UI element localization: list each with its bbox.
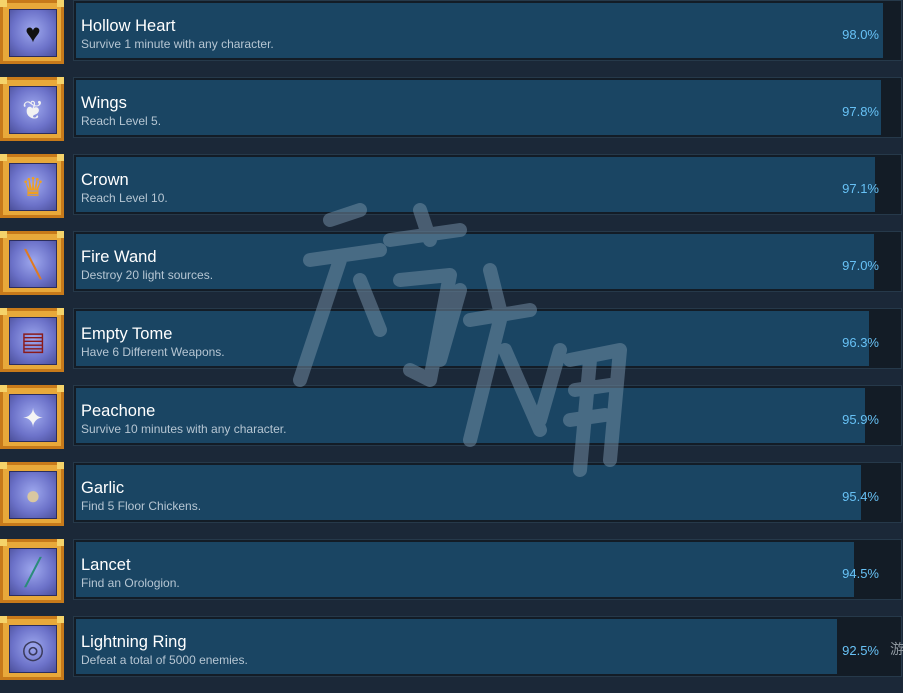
unlock-percentage: 96.3% xyxy=(842,335,879,350)
achievement-row[interactable]: ▤ Empty Tome Have 6 Different Weapons. 9… xyxy=(0,308,903,385)
achievement-row[interactable]: ❦ Wings Reach Level 5. 97.8% xyxy=(0,77,903,154)
achievement-row[interactable]: ╲ Fire Wand Destroy 20 light sources. 97… xyxy=(0,231,903,308)
achievement-title: Crown xyxy=(81,171,129,189)
achievement-row[interactable]: ✦ Peachone Survive 10 minutes with any c… xyxy=(0,385,903,462)
achievement-description: Find an Orologion. xyxy=(81,576,180,590)
achievement-description: Survive 1 minute with any character. xyxy=(81,37,274,51)
achievement-description: Survive 10 minutes with any character. xyxy=(81,422,287,436)
achievement-title: Fire Wand xyxy=(81,248,157,266)
achievement-card: Lancet Find an Orologion. 94.5% xyxy=(73,539,902,600)
achievement-icon-frame: ╱ xyxy=(0,539,64,603)
achievement-row[interactable]: ◎ Lightning Ring Defeat a total of 5000 … xyxy=(0,616,903,693)
achievement-icon-frame: ❦ xyxy=(0,77,64,141)
achievement-icon-frame: ♥ xyxy=(0,0,64,64)
unlock-percentage: 97.0% xyxy=(842,258,879,273)
achievement-description: Defeat a total of 5000 enemies. xyxy=(81,653,248,667)
achievement-row[interactable]: ● Garlic Find 5 Floor Chickens. 95.4% xyxy=(0,462,903,539)
achievement-card: Empty Tome Have 6 Different Weapons. 96.… xyxy=(73,308,902,369)
achievement-description: Have 6 Different Weapons. xyxy=(81,345,225,359)
garlic-icon: ● xyxy=(9,471,57,519)
achievement-icon-frame: ╲ xyxy=(0,231,64,295)
achievement-title: Wings xyxy=(81,94,127,112)
wings-icon: ❦ xyxy=(9,86,57,134)
achievement-row[interactable]: ♥ Hollow Heart Survive 1 minute with any… xyxy=(0,0,903,77)
unlock-percentage: 98.0% xyxy=(842,27,879,42)
achievement-description: Destroy 20 light sources. xyxy=(81,268,214,282)
crown-icon: ♛ xyxy=(9,163,57,211)
bird-icon: ✦ xyxy=(9,394,57,442)
ring-icon: ◎ xyxy=(9,625,57,673)
achievement-title: Lightning Ring xyxy=(81,633,187,651)
achievement-title: Garlic xyxy=(81,479,125,497)
achievement-card: Hollow Heart Survive 1 minute with any c… xyxy=(73,0,902,61)
achievement-row[interactable]: ♛ Crown Reach Level 10. 97.1% xyxy=(0,154,903,231)
achievement-description: Find 5 Floor Chickens. xyxy=(81,499,202,513)
achievement-icon-frame: ▤ xyxy=(0,308,64,372)
achievement-card: Lightning Ring Defeat a total of 5000 en… xyxy=(73,616,902,677)
unlock-percentage: 94.5% xyxy=(842,566,879,581)
unlock-percentage: 95.9% xyxy=(842,412,879,427)
achievement-card: Crown Reach Level 10. 97.1% xyxy=(73,154,902,215)
unlock-rate-bar xyxy=(76,157,876,212)
achievement-card: Fire Wand Destroy 20 light sources. 97.0… xyxy=(73,231,902,292)
achievement-card: Garlic Find 5 Floor Chickens. 95.4% xyxy=(73,462,902,523)
achievement-title: Empty Tome xyxy=(81,325,173,343)
achievement-title: Lancet xyxy=(81,556,131,574)
fire-wand-icon: ╲ xyxy=(9,240,57,288)
lancet-icon: ╱ xyxy=(9,548,57,596)
unlock-percentage: 95.4% xyxy=(842,489,879,504)
achievement-card: Wings Reach Level 5. 97.8% xyxy=(73,77,902,138)
book-icon: ▤ xyxy=(9,317,57,365)
achievement-row[interactable]: ╱ Lancet Find an Orologion. 94.5% xyxy=(0,539,903,616)
unlock-percentage: 92.5% xyxy=(842,643,879,658)
achievement-icon-frame: ◎ xyxy=(0,616,64,680)
unlock-rate-bar xyxy=(76,80,881,135)
unlock-percentage: 97.8% xyxy=(842,104,879,119)
achievement-card: Peachone Survive 10 minutes with any cha… xyxy=(73,385,902,446)
achievement-title: Hollow Heart xyxy=(81,17,176,35)
clipped-watermark-glyph: 游 xyxy=(890,641,903,657)
unlock-rate-bar xyxy=(76,542,854,597)
achievement-title: Peachone xyxy=(81,402,156,420)
achievement-icon-frame: ✦ xyxy=(0,385,64,449)
unlock-percentage: 97.1% xyxy=(842,181,879,196)
achievement-description: Reach Level 10. xyxy=(81,191,168,205)
achievement-icon-frame: ● xyxy=(0,462,64,526)
achievement-description: Reach Level 5. xyxy=(81,114,162,128)
heart-icon: ♥ xyxy=(9,9,57,57)
achievement-icon-frame: ♛ xyxy=(0,154,64,218)
